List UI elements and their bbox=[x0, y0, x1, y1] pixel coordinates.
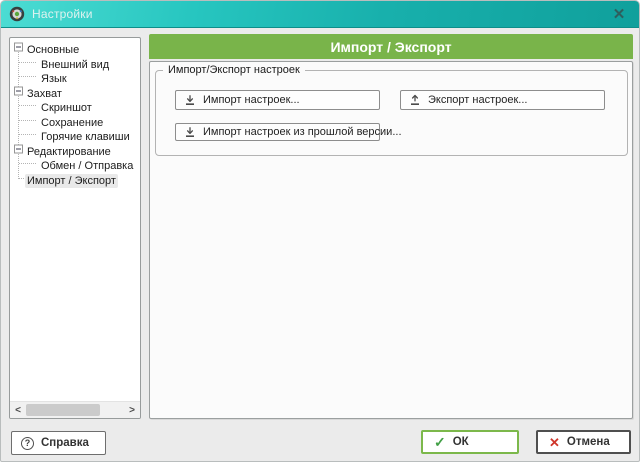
scroll-right-icon[interactable]: > bbox=[124, 402, 140, 419]
import-settings-button[interactable]: Импорт настроек... bbox=[175, 90, 380, 110]
settings-window: Настройки ✕ Основные Внешний вид Язык За… bbox=[0, 0, 640, 462]
collapse-minus-icon[interactable] bbox=[14, 144, 23, 153]
upload-icon bbox=[409, 94, 421, 106]
collapse-minus-icon[interactable] bbox=[14, 86, 23, 95]
check-icon: ✓ bbox=[434, 435, 446, 449]
settings-tree-panel: Основные Внешний вид Язык Захват Скриншо… bbox=[9, 37, 141, 419]
tree-item-capture[interactable]: Захват bbox=[10, 84, 140, 99]
tree-item-general[interactable]: Основные bbox=[10, 40, 140, 55]
import-previous-version-label: Импорт настроек из прошлой версии... bbox=[203, 126, 402, 138]
tree-item-hotkeys[interactable]: Горячие клавиши bbox=[10, 127, 140, 142]
help-icon: ? bbox=[21, 437, 34, 450]
ok-button[interactable]: ✓ ОК bbox=[421, 430, 519, 454]
ok-label: ОК bbox=[453, 436, 469, 448]
tree-item-saving[interactable]: Сохранение bbox=[10, 113, 140, 128]
app-gear-icon bbox=[9, 6, 25, 22]
export-settings-label: Экспорт настроек... bbox=[428, 94, 527, 106]
export-settings-button[interactable]: Экспорт настроек... bbox=[400, 90, 605, 110]
titlebar: Настройки ✕ bbox=[1, 1, 639, 28]
collapse-minus-icon[interactable] bbox=[14, 43, 23, 52]
page-title: Импорт / Экспорт bbox=[149, 34, 633, 59]
download-icon bbox=[184, 94, 196, 106]
main-panel: Импорт/Экспорт настроек Импорт настроек.… bbox=[149, 61, 633, 419]
tree-item-screenshot[interactable]: Скриншот bbox=[10, 98, 140, 113]
close-icon[interactable]: ✕ bbox=[609, 5, 629, 25]
tree-horizontal-scrollbar[interactable]: < > bbox=[10, 401, 140, 418]
tree-item-language[interactable]: Язык bbox=[10, 69, 140, 84]
tree-item-import-export[interactable]: Импорт / Экспорт bbox=[10, 171, 140, 186]
window-title: Настройки bbox=[32, 7, 93, 21]
scroll-left-icon[interactable]: < bbox=[10, 402, 26, 419]
tree-item-share-send[interactable]: Обмен / Отправка bbox=[10, 156, 140, 171]
settings-tree: Основные Внешний вид Язык Захват Скриншо… bbox=[10, 40, 140, 185]
tree-item-editing[interactable]: Редактирование bbox=[10, 142, 140, 157]
scrollbar-thumb[interactable] bbox=[26, 404, 100, 416]
cancel-label: Отмена bbox=[567, 436, 610, 448]
download-icon bbox=[184, 126, 196, 138]
help-label: Справка bbox=[41, 437, 89, 449]
group-title: Импорт/Экспорт настроек bbox=[163, 64, 305, 76]
cancel-cross-icon: ✕ bbox=[549, 436, 560, 449]
import-previous-version-button[interactable]: Импорт настроек из прошлой версии... bbox=[175, 123, 380, 141]
tree-item-appearance[interactable]: Внешний вид bbox=[10, 55, 140, 70]
import-export-group: Импорт/Экспорт настроек Импорт настроек.… bbox=[155, 64, 628, 156]
help-button[interactable]: ? Справка bbox=[11, 431, 106, 455]
cancel-button[interactable]: ✕ Отмена bbox=[536, 430, 631, 454]
import-settings-label: Импорт настроек... bbox=[203, 94, 300, 106]
